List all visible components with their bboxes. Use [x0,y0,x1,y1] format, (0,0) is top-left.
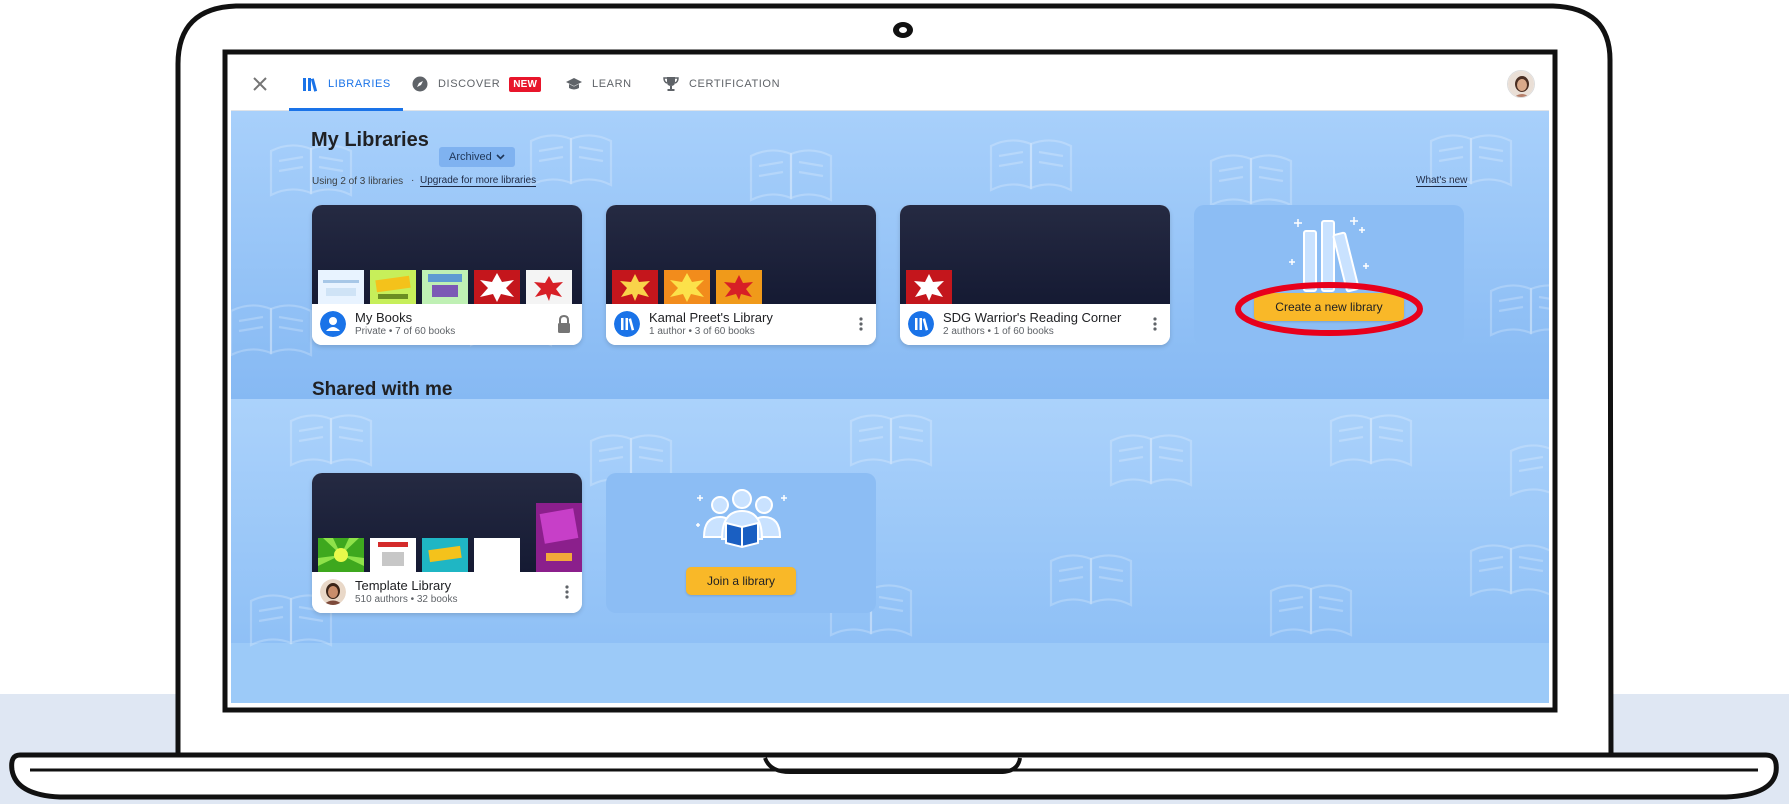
tab-discover-label: DISCOVER [438,78,501,90]
archived-label: Archived [449,151,492,163]
book-thumbnail [612,270,658,304]
book-thumbnail [370,538,416,572]
library-card-template[interactable]: Template Library 510 authors • 32 books [312,473,582,613]
library-card-footer: Kamal Preet's Library 1 author • 3 of 60… [606,304,876,345]
book-thumbnail [474,270,520,304]
book-thumbnail [422,270,468,304]
whats-new-link[interactable]: What's new [1416,175,1468,187]
book-thumbnail [318,270,364,304]
user-photo-icon [1508,71,1534,97]
library-title: Kamal Preet's Library [649,310,773,325]
chevron-down-icon [496,154,505,160]
library-avatar-icon [908,311,934,337]
trophy-icon [663,77,679,91]
library-cover [312,205,582,304]
book-thumbnail [716,270,762,304]
book-thumbnail [664,270,710,304]
book-thumbnail [906,270,952,304]
library-card-footer: Template Library 510 authors • 32 books [312,572,582,613]
books-icon [303,78,318,92]
tab-libraries-label: LIBRARIES [328,78,391,90]
highlight-ring [1235,282,1423,336]
library-card-sdg-warrior[interactable]: SDG Warrior's Reading Corner 2 authors •… [900,205,1170,345]
book-thumbnail [318,538,364,572]
library-subtitle: 510 authors • 32 books [355,594,458,605]
library-cover [606,205,876,304]
new-badge: NEW [509,76,542,92]
tab-libraries[interactable]: LIBRARIES [289,57,403,111]
tab-learn[interactable]: LEARN [565,57,632,111]
user-avatar[interactable] [1507,70,1535,98]
book-thumbnail [370,270,416,304]
more-options-icon[interactable] [858,316,864,332]
library-cover [312,473,582,572]
join-library-tile: Join a library [606,473,876,613]
library-subtitle: Private • 7 of 60 books [355,326,456,337]
graduation-cap-icon [566,78,582,90]
owner-avatar-icon [320,579,346,605]
group-reading-icon [696,489,787,549]
lock-icon [558,314,570,333]
create-library-tile: Create a new library [1194,205,1464,345]
upgrade-link[interactable]: Upgrade for more libraries [420,175,537,187]
my-libraries-title: My Libraries [311,129,429,151]
library-card-my-books[interactable]: My Books Private • 7 of 60 books [312,205,582,345]
archived-dropdown[interactable]: Archived [439,147,515,167]
tab-discover[interactable]: DISCOVER NEW [411,57,542,111]
library-title: SDG Warrior's Reading Corner [943,310,1122,325]
compass-icon [412,76,428,92]
more-options-icon[interactable] [1152,316,1158,332]
close-icon[interactable] [249,73,271,95]
library-title: Template Library [355,578,452,593]
book-thumbnail [526,270,572,304]
library-title: My Books [355,310,413,325]
library-card-footer: My Books Private • 7 of 60 books [312,304,582,345]
book-pattern-background [231,134,1549,647]
book-thumbnail [474,538,520,572]
stage: LIBRARIES DISCOVER NEW LEARN CERTIFICATI… [0,0,1789,804]
tab-learn-label: LEARN [592,78,632,90]
library-cover [900,205,1170,304]
book-thumbnail [422,538,468,572]
tab-certification[interactable]: CERTIFICATION [662,57,780,111]
shared-title: Shared with me [312,379,453,400]
library-usage: Using 2 of 3 libraries [312,176,404,187]
library-avatar-icon [614,311,640,337]
separator-dot: · [411,175,415,186]
top-navigation: LIBRARIES DISCOVER NEW LEARN CERTIFICATI… [231,57,1549,111]
app-screen: LIBRARIES DISCOVER NEW LEARN CERTIFICATI… [231,57,1549,703]
library-card-footer: SDG Warrior's Reading Corner 2 authors •… [900,304,1170,345]
join-library-button[interactable]: Join a library [686,567,796,595]
book-thumbnail [536,503,582,572]
person-avatar-icon [320,311,346,337]
library-card-kamal-preet[interactable]: Kamal Preet's Library 1 author • 3 of 60… [606,205,876,345]
tab-certification-label: CERTIFICATION [689,78,781,90]
library-subtitle: 2 authors • 1 of 60 books [943,326,1054,337]
library-subtitle: 1 author • 3 of 60 books [649,326,755,337]
more-options-icon[interactable] [564,584,570,600]
